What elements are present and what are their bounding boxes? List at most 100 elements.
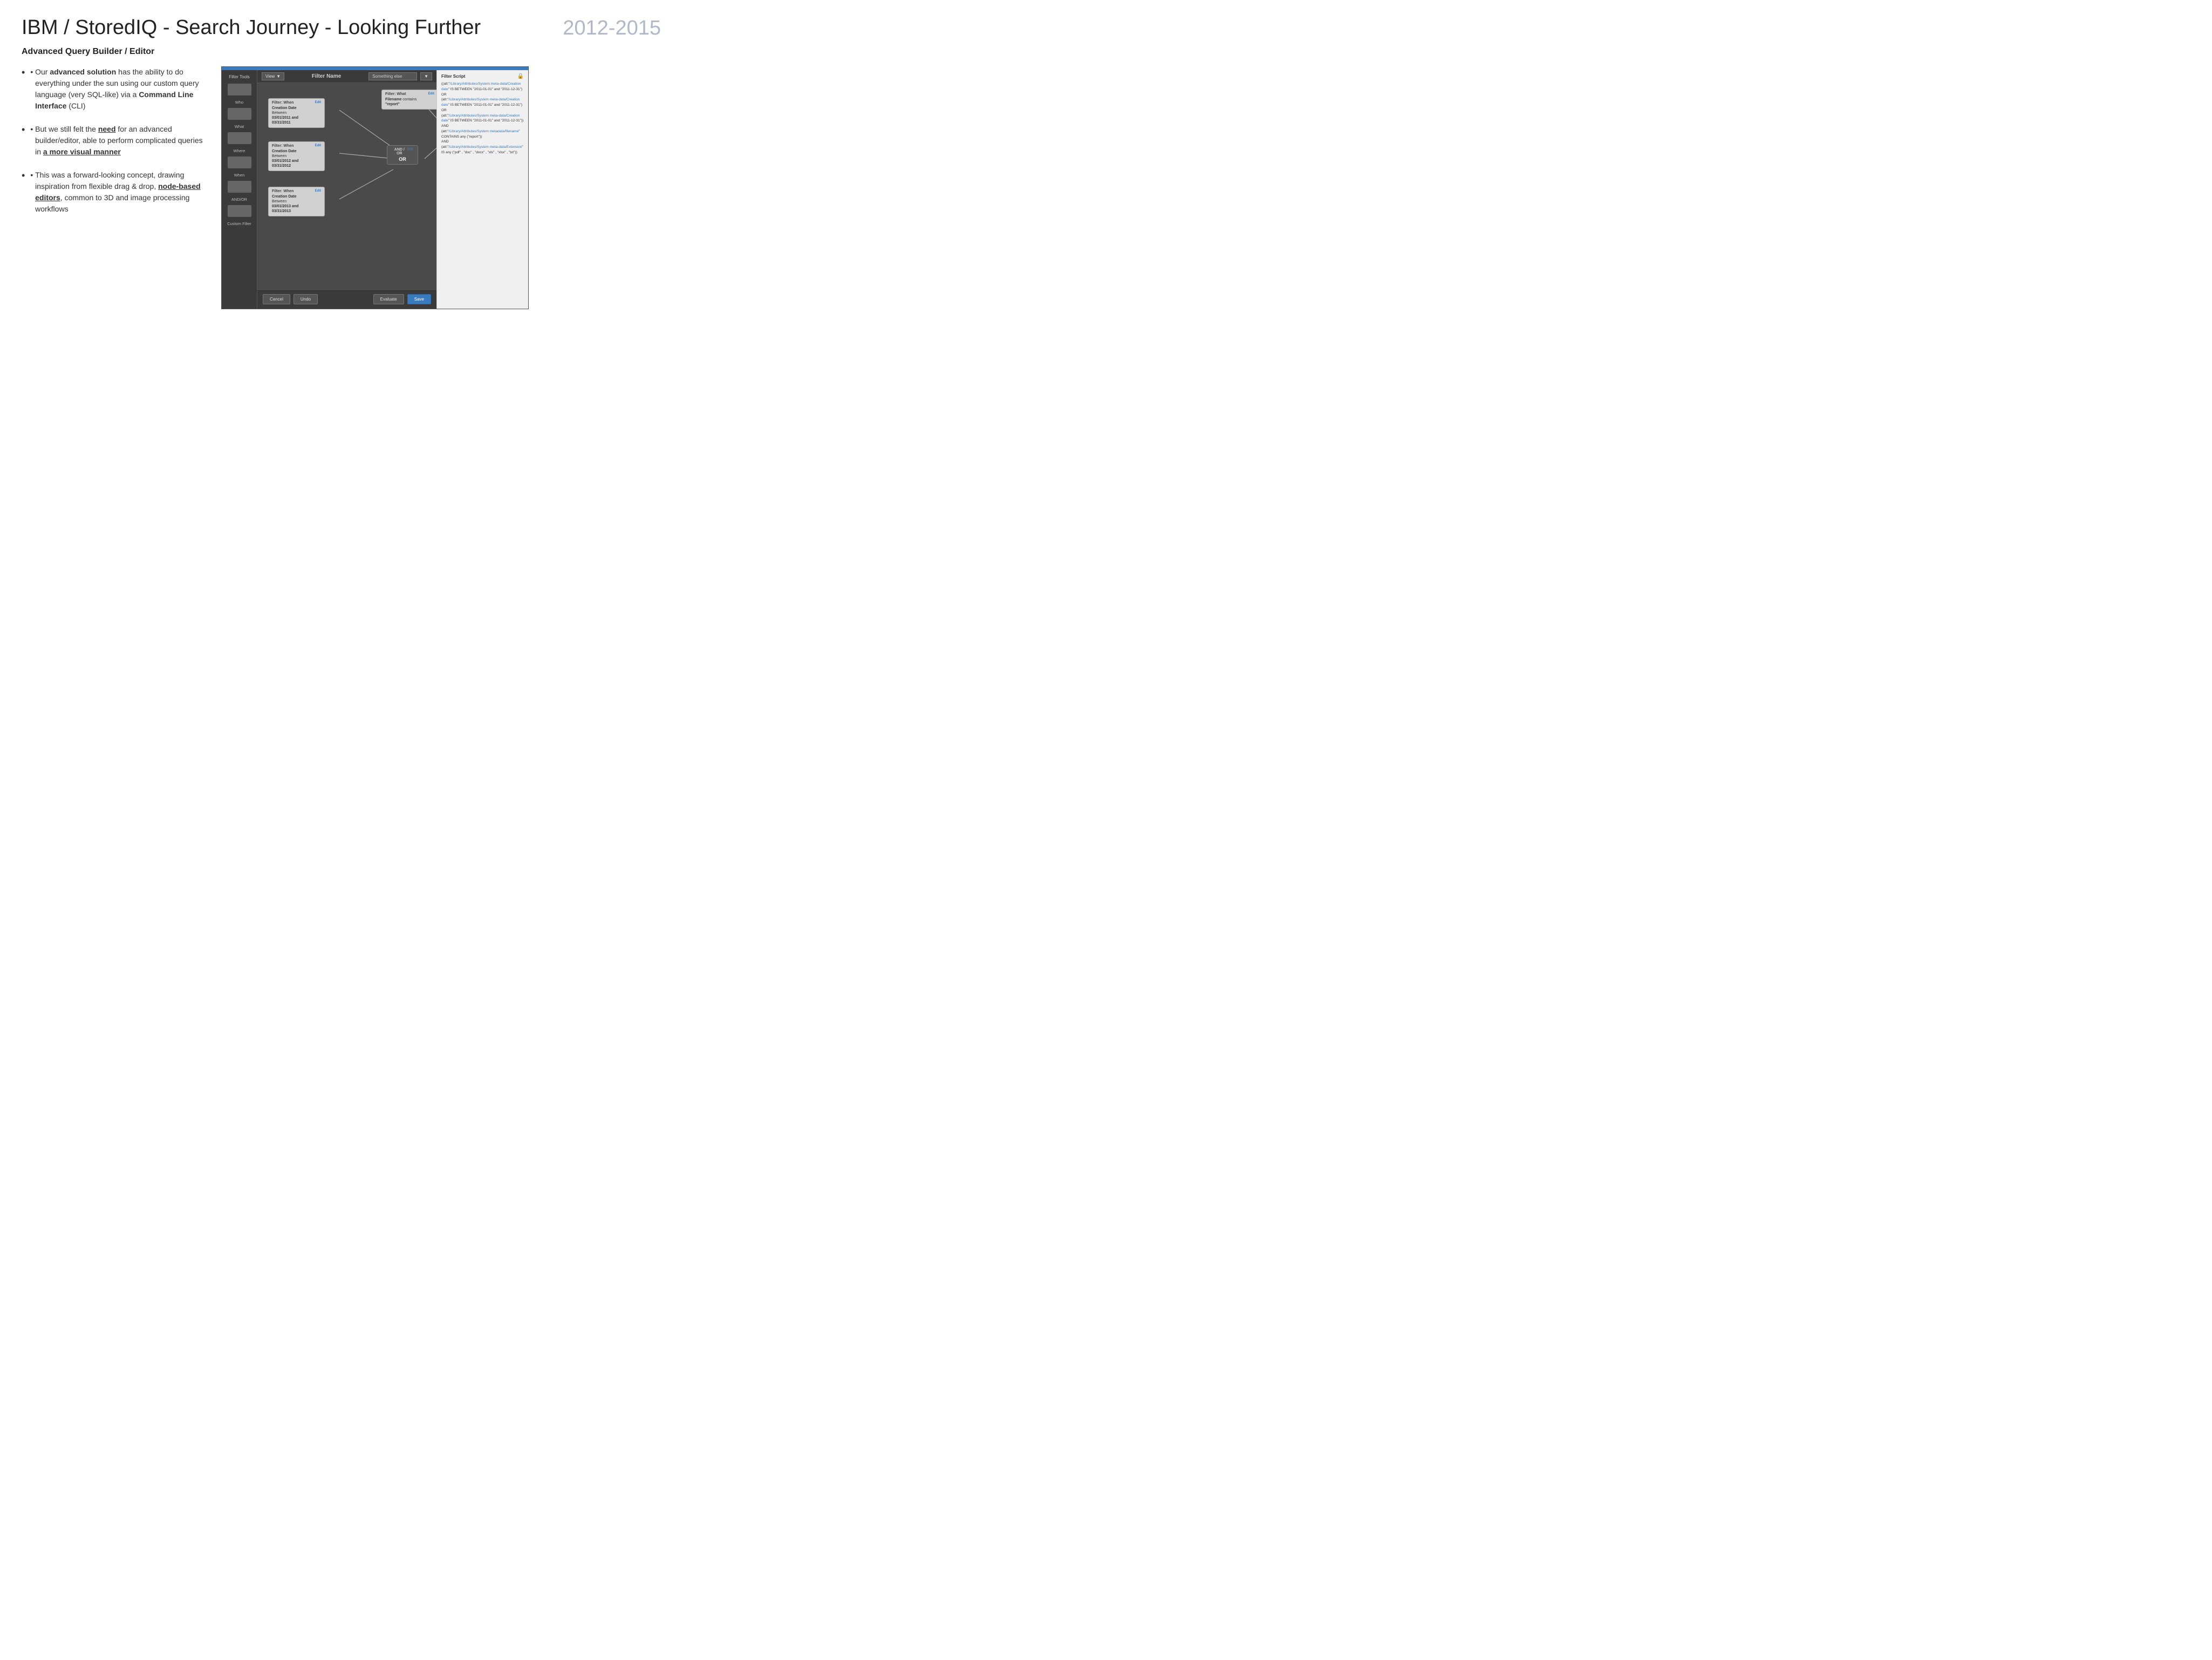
node-title: Filter: When [272,189,293,193]
lock-icon: 🔒 [517,73,524,79]
bullet-list: • Our advanced solution has the ability … [22,66,205,215]
ui-container: Filter Tools Who What Where [221,66,529,309]
script-panel-title: Filter Script [441,74,465,79]
content-bold: Creation Date [272,106,297,110]
filter-where-btn[interactable] [228,132,251,144]
node-title: Filter: When [272,144,293,148]
andor-label: AND/OR [231,197,247,202]
script-text-1: ((att:" [441,82,450,86]
or-inner-label: OR [392,157,413,162]
andor-edit-btn[interactable]: Edit [407,148,413,155]
content-bold2: 03/01/2012 and03/31/2012 [272,159,298,168]
content-area: • Our advanced solution has the ability … [22,66,661,309]
script-content: ((att:" /Library/Attributes/System meta-d… [441,81,524,155]
script-text-3: (att:" [441,98,449,101]
script-text-7: (att:" [441,130,449,133]
filter-when-btn[interactable] [228,157,251,168]
filter-what-node-1: Filter: What Edit Filename contains "rep… [381,90,436,110]
script-link-4[interactable]: /Library/Attributes/System metadata/file… [449,130,519,133]
filter-andor-btn[interactable] [228,181,251,193]
bullet-marker: • [30,124,35,135]
filter-name-label: Filter Name [288,73,365,79]
view-label: View [265,74,275,79]
bold-node-editors: node-based editors [35,182,201,202]
bold-cli: Command Line Interface [35,90,193,110]
ui-inner: Filter Tools Who What Where [222,70,528,309]
who-label: Who [235,100,243,105]
when-label: When [234,173,245,178]
filter-custom-btn[interactable] [228,205,251,217]
filter-tools-panel: Filter Tools Who What Where [222,70,257,309]
list-item: • This was a forward-looking concept, dr… [22,169,205,215]
list-item: • Our advanced solution has the ability … [22,66,205,112]
script-and-1: AND [441,124,449,128]
node-edit-btn[interactable]: Edit [315,144,321,148]
toolbar-select2[interactable]: ▼ [420,72,432,80]
node-title: Filter: What [385,92,406,96]
node-header: Filter: When Edit [272,101,321,105]
where-label: Where [233,148,245,153]
node-content: Creation Date Between 03/01/2011 and03/3… [272,106,321,125]
canvas-area: View ▼ Filter Name Something else ▼ [257,70,436,309]
script-or-2: OR [441,108,447,112]
filter-who-btn[interactable] [228,84,251,96]
andor-header: AND / OR Edit [392,148,413,155]
filter-name-input[interactable]: Something else [368,72,417,80]
view-select[interactable]: View ▼ [262,72,284,80]
right-column: Filter Tools Who What Where [221,66,661,309]
canvas-body: Filter: When Edit Creation Date Between … [257,83,436,289]
bullet-text-1: Our advanced solution has the ability to… [35,66,205,112]
bullet-text-2: But we still felt the need for an advanc… [35,124,205,158]
cancel-button[interactable]: Cancel [263,294,290,304]
script-text-2: " IS BETWEEN "2011-01-01" and "2011-12-3… [448,87,522,91]
script-and-2: AND [441,140,449,144]
bullet-marker: • [30,66,35,78]
script-text-9: (att:" [441,145,449,149]
content-bold: Filename [385,98,401,101]
view-chevron: ▼ [276,74,281,79]
filter-when-node-2: Filter: When Edit Creation Date Between … [268,141,325,171]
andor-title: AND / OR [392,148,407,155]
content-bold2: "report" [385,103,400,106]
node-edit-btn[interactable]: Edit [315,101,321,105]
ft-what-section: What [222,108,257,130]
node-content: Creation Date Between 03/01/2013 and03/3… [272,194,321,214]
node-header: Filter: What Edit [385,92,434,96]
content-bold: Creation Date [272,149,297,153]
bullet-marker: • [30,169,35,181]
node-content: Filename contains "report" [385,97,434,107]
node-edit-btn[interactable]: Edit [315,189,321,193]
bold-visual: a more visual manner [43,147,121,156]
what-label: What [235,124,244,129]
andor-node-or: AND / OR Edit OR [387,145,418,165]
script-text-4: " IS BETWEEN "2011-01-01" and "2011-12-3… [448,103,522,107]
section-title: Advanced Query Builder / Editor [22,47,661,57]
list-item: • But we still felt the need for an adva… [22,124,205,158]
content-text: Between [272,111,286,115]
script-or-1: OR [441,93,447,97]
node-header: Filter: When Edit [272,189,321,193]
left-column: • Our advanced solution has the ability … [22,66,205,309]
filter-when-node-1: Filter: When Edit Creation Date Between … [268,98,325,128]
content-bold2: 03/01/2011 and03/31/2011 [272,116,298,125]
save-button[interactable]: Save [407,294,431,304]
node-content: Creation Date Between 03/01/2012 and03/3… [272,149,321,168]
content-text: Between [272,154,286,158]
content-bold2: 03/01/2013 and03/31/2013 [272,205,298,213]
ft-where-section: Where [222,132,257,154]
undo-button[interactable]: Undo [293,294,318,304]
filter-when-node-3: Filter: When Edit Creation Date Between … [268,187,325,216]
ft-when-section: When [222,157,257,179]
script-text-5: (att:" [441,114,449,118]
content-bold: Creation Date [272,195,297,199]
node-edit-btn[interactable]: Edit [428,92,434,96]
evaluate-button[interactable]: Evaluate [373,294,404,304]
filter-what-btn[interactable] [228,108,251,120]
custom-label: Custom Filter [227,221,251,226]
script-link-5[interactable]: /Library/Attributes/System meta-data/Ext… [449,145,522,149]
bullet-text-3: This was a forward-looking concept, draw… [35,169,205,215]
year-label: 2012-2015 [563,17,661,40]
content-text: Between [272,200,286,203]
node-title: Filter: When [272,101,293,105]
canvas-bottombar: Cancel Undo Evaluate Save [257,289,436,309]
